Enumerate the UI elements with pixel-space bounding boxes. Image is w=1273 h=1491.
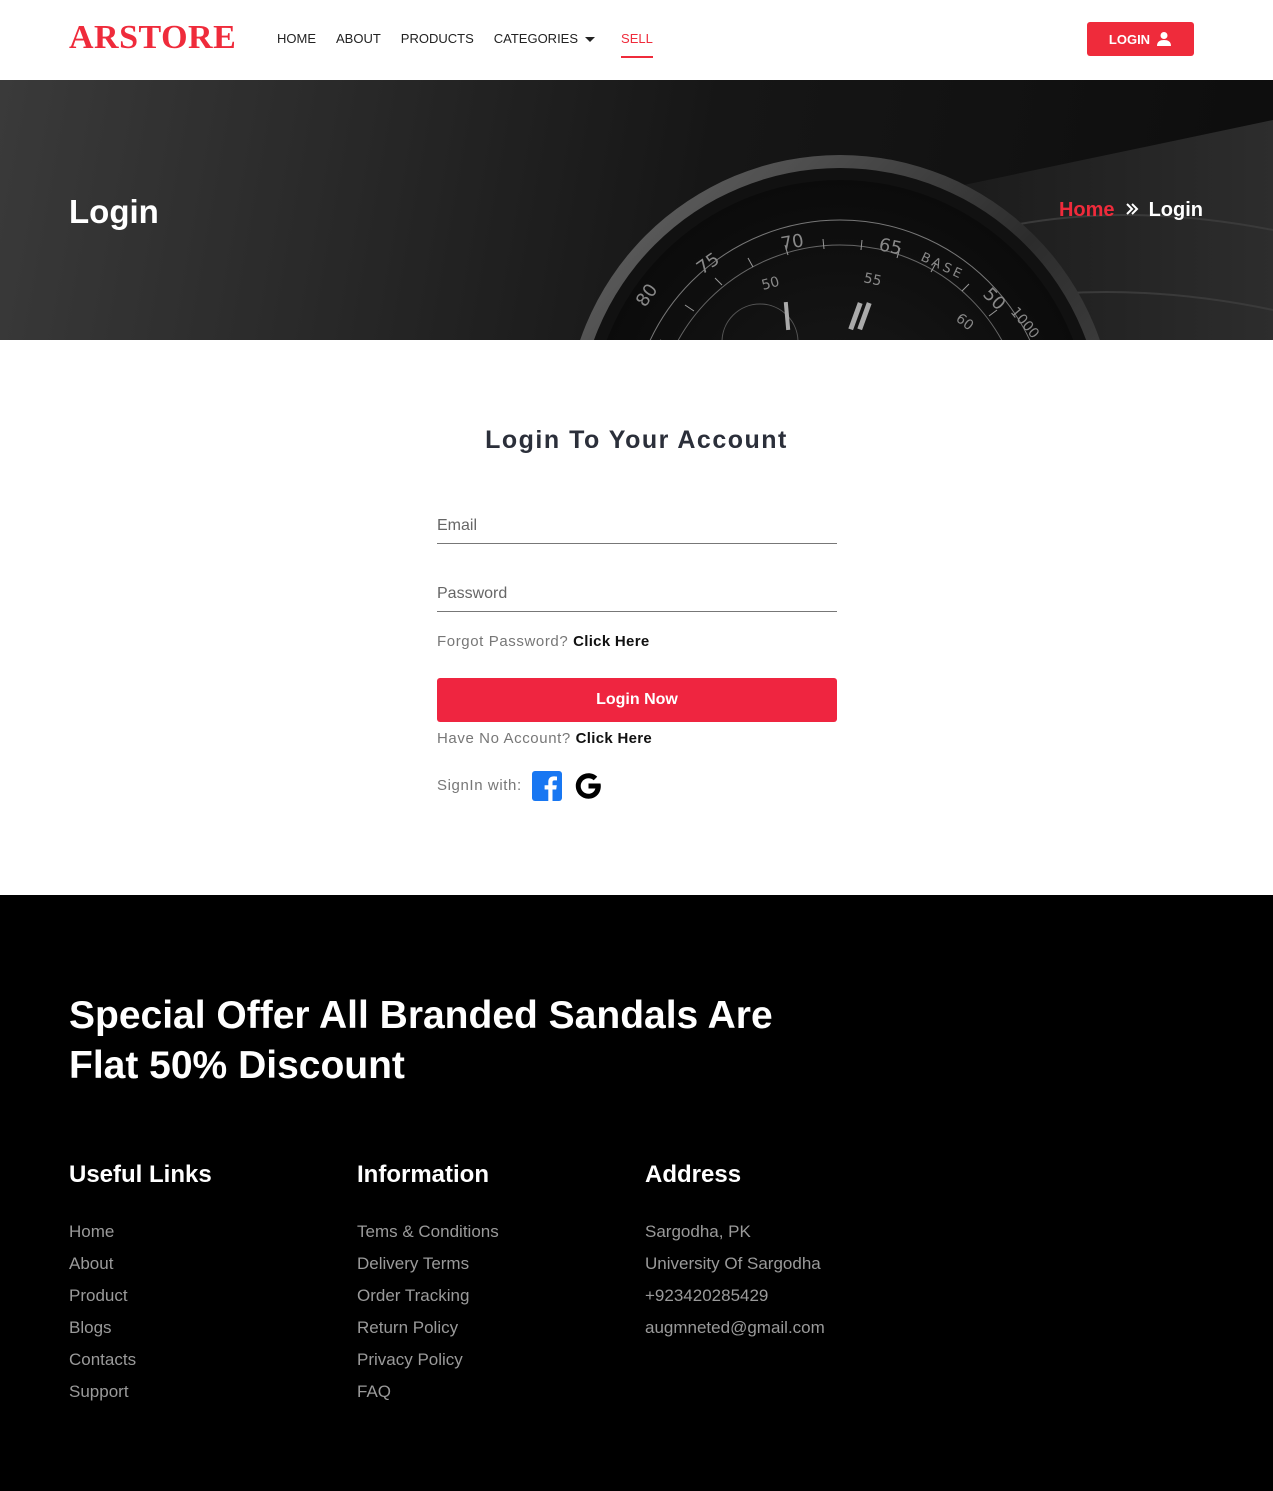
- login-heading: Login To Your Account: [485, 426, 788, 454]
- address-heading: Address: [645, 1161, 742, 1188]
- login-now-button[interactable]: Login Now: [437, 678, 837, 722]
- address-phone: +923420285429: [645, 1286, 769, 1305]
- signup-row: Have No Account? Click Here: [437, 729, 837, 749]
- google-icon[interactable]: [573, 771, 603, 801]
- footer-link-privacy-policy[interactable]: Privacy Policy: [357, 1344, 499, 1376]
- password-field[interactable]: [437, 578, 837, 610]
- site-header: ARSTORE HOME ABOUT PRODUCTS CATEGORIES S…: [0, 0, 1273, 80]
- footer-address: Address Sargodha, PK University Of Sargo…: [645, 1160, 825, 1344]
- header-login-button[interactable]: LOGIN: [1087, 22, 1194, 56]
- breadcrumb: Home Login: [1059, 197, 1203, 223]
- footer-link-home[interactable]: Home: [69, 1216, 212, 1248]
- user-icon: [1157, 32, 1172, 46]
- nav-products[interactable]: PRODUCTS: [401, 30, 474, 48]
- page-banner: 80 75 70 65 50 55 60 50 1000 BASE Login …: [0, 80, 1273, 340]
- forgot-password-text: Forgot Password?: [437, 633, 569, 650]
- information-heading: Information: [357, 1161, 489, 1188]
- main-nav: HOME ABOUT PRODUCTS CATEGORIES SELL: [277, 29, 673, 58]
- header-login-label: LOGIN: [1108, 31, 1151, 47]
- nav-about[interactable]: ABOUT: [336, 30, 381, 48]
- address-city: Sargodha, PK: [645, 1222, 751, 1241]
- signup-link[interactable]: Click Here: [576, 730, 652, 747]
- breadcrumb-current: Login: [1148, 199, 1203, 221]
- svg-text:70: 70: [779, 230, 805, 255]
- footer-link-order-tracking[interactable]: Order Tracking: [357, 1280, 499, 1312]
- signin-with-label: SignIn with:: [437, 777, 522, 794]
- footer-link-support[interactable]: Support: [69, 1376, 212, 1408]
- nav-sell[interactable]: SELL: [621, 30, 653, 58]
- site-logo[interactable]: ARSTORE: [69, 18, 236, 58]
- footer-link-return-policy[interactable]: Return Policy: [357, 1312, 499, 1344]
- site-footer: Special Offer All Branded Sandals Are Fl…: [0, 895, 1273, 1491]
- email-field[interactable]: [437, 510, 837, 542]
- footer-link-delivery[interactable]: Delivery Terms: [357, 1248, 499, 1280]
- useful-links-heading: Useful Links: [69, 1161, 212, 1188]
- double-chevron-right-icon: [1125, 197, 1139, 223]
- nav-home[interactable]: HOME: [277, 30, 316, 48]
- caret-down-icon: [585, 37, 596, 42]
- address-university: University Of Sargodha: [645, 1254, 821, 1273]
- footer-link-blogs[interactable]: Blogs: [69, 1312, 212, 1344]
- breadcrumb-home-link[interactable]: Home: [1059, 197, 1115, 223]
- promo-banner-text: Special Offer All Branded Sandals Are Fl…: [69, 994, 773, 1087]
- footer-link-faq[interactable]: FAQ: [357, 1376, 499, 1408]
- social-signin-row: SignIn with:: [437, 771, 837, 801]
- footer-link-terms[interactable]: Tems & Conditions: [357, 1216, 499, 1248]
- address-email: augmneted@gmail.com: [645, 1318, 825, 1337]
- facebook-icon[interactable]: [531, 771, 562, 801]
- email-field-wrapper: [437, 510, 837, 544]
- forgot-password-row: Forgot Password? Click Here: [437, 632, 837, 652]
- footer-information: Information Tems & Conditions Delivery T…: [357, 1160, 499, 1408]
- footer-useful-links: Useful Links Home About Product Blogs Co…: [69, 1160, 212, 1408]
- footer-link-about[interactable]: About: [69, 1248, 212, 1280]
- no-account-text: Have No Account?: [437, 730, 571, 747]
- footer-link-product[interactable]: Product: [69, 1280, 212, 1312]
- footer-link-contacts[interactable]: Contacts: [69, 1344, 212, 1376]
- forgot-password-link[interactable]: Click Here: [573, 633, 649, 650]
- nav-categories-dropdown[interactable]: CATEGORIES: [493, 30, 596, 48]
- login-form: Forgot Password? Click Here Login Now Ha…: [437, 510, 837, 801]
- page-title: Login: [69, 193, 159, 230]
- nav-categories-label: CATEGORIES: [493, 31, 579, 46]
- password-field-wrapper: [437, 578, 837, 612]
